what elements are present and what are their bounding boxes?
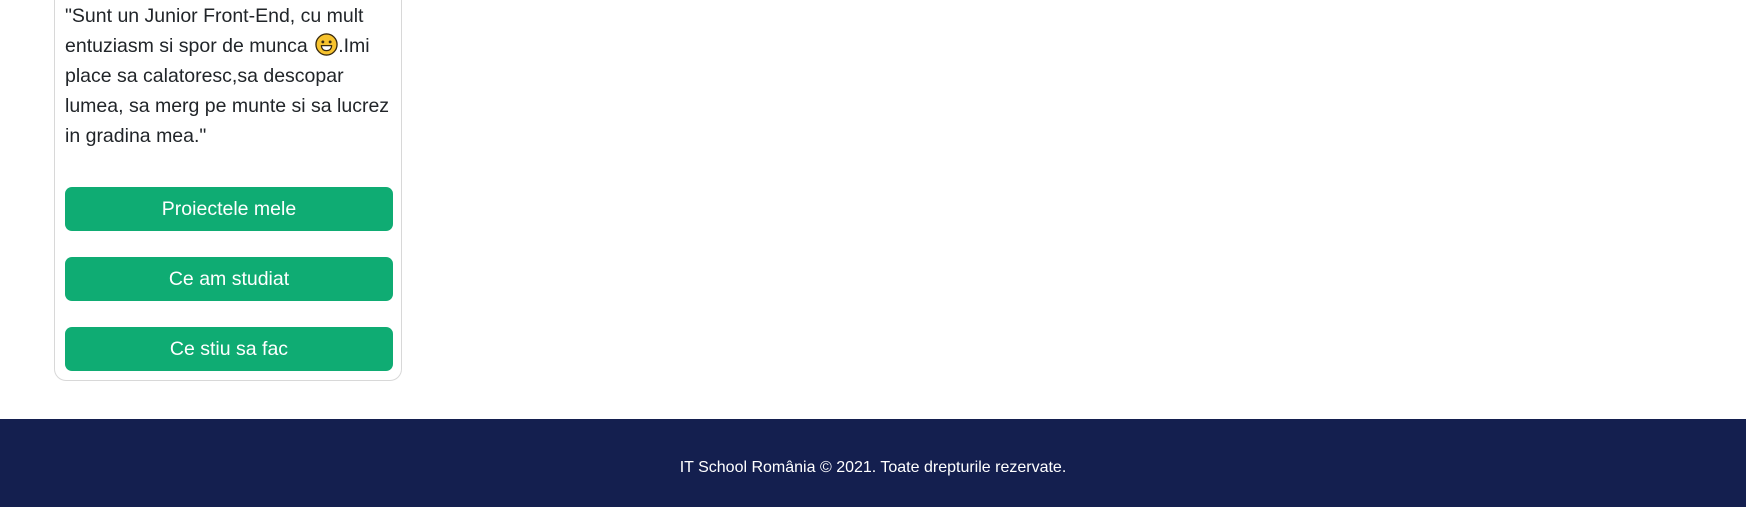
studied-button[interactable]: Ce am studiat xyxy=(65,257,393,301)
profile-quote: "Sunt un Junior Front-End, cu mult entuz… xyxy=(65,1,390,151)
projects-button[interactable]: Proiectele mele xyxy=(65,187,393,231)
page: "Sunt un Junior Front-End, cu mult entuz… xyxy=(0,0,1746,507)
grinning-face-icon xyxy=(315,33,338,56)
footer-copyright: IT School România © 2021. Toate drepturi… xyxy=(679,459,1067,476)
profile-card: "Sunt un Junior Front-End, cu mult entuz… xyxy=(54,0,402,381)
site-footer: IT School România © 2021. Toate drepturi… xyxy=(0,419,1746,507)
skills-button[interactable]: Ce stiu sa fac xyxy=(65,327,393,371)
